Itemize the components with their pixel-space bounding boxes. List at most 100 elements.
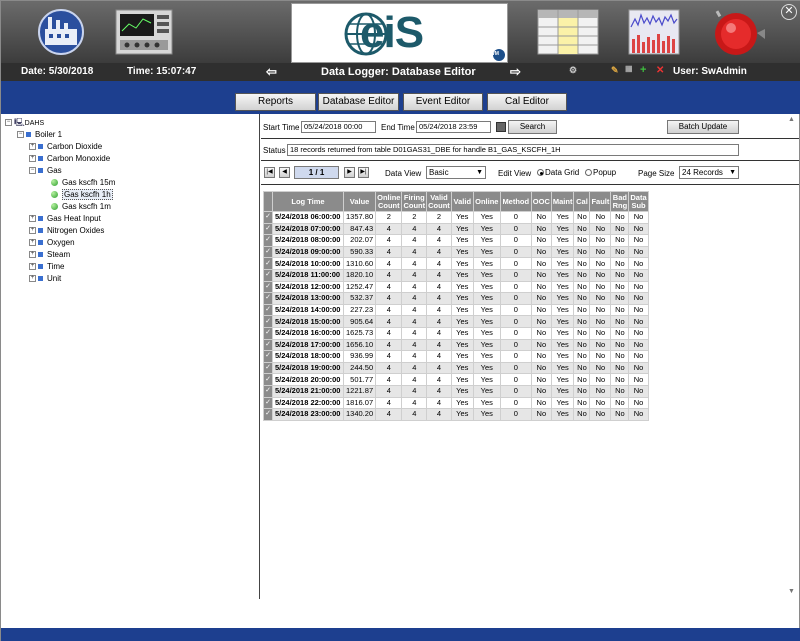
grid-cell[interactable]: Yes [472,350,501,363]
grid-cell[interactable]: No [589,222,612,236]
grid-cell[interactable]: No [589,257,612,270]
tree-root[interactable]: − 🖳DAHS [5,117,44,129]
grid-cell[interactable]: No [628,280,649,294]
table-row[interactable]: ✓ 5/24/2018 06:00:00 1357.80 2 2 2 Yes Yes 0 No Ye… [263,211,649,224]
grid-cell[interactable]: 1656.10 [342,338,377,352]
grid-cell[interactable]: No [573,257,591,270]
grid-cell[interactable]: 4 [401,280,428,294]
grid-cell[interactable]: Yes [472,315,501,328]
grid-cell[interactable]: 0 [499,292,532,305]
grid-cell[interactable]: Yes [472,373,501,386]
grid-cell[interactable]: No [610,315,630,328]
grid-cell[interactable]: 5/24/2018 15:00:00 [272,315,344,328]
column-header[interactable]: Log Time [272,191,344,212]
grid-cell[interactable]: 4 [401,292,428,305]
grid-cell[interactable]: No [530,292,552,305]
row-selector[interactable]: ✓ [263,408,273,421]
grid-cell[interactable]: Yes [450,396,474,410]
expand-icon[interactable]: + [29,275,36,283]
grid-cell[interactable]: 4 [401,408,428,421]
grid-cell[interactable]: No [589,268,612,282]
grid-cell[interactable]: 4 [426,384,452,398]
grid-cell[interactable]: No [589,234,612,247]
delete-icon[interactable]: ✕ [656,65,664,76]
grid-cell[interactable]: Yes [450,257,474,270]
first-page-button[interactable]: |◀ [264,167,275,178]
grid-cell[interactable]: 2 [426,211,452,224]
grid-cell[interactable]: No [610,245,630,259]
grid-cell[interactable]: 4 [375,315,403,328]
grid-cell[interactable]: 4 [426,234,452,247]
grid-cell[interactable]: 4 [401,245,428,259]
grid-cell[interactable]: Yes [450,292,474,305]
table-row[interactable]: ✓ 5/24/2018 18:00:00 936.99 4 4 4 Yes Yes 0 No Yes… [263,350,649,363]
grid-cell[interactable]: 4 [375,268,403,282]
grid-cell[interactable]: No [628,257,649,270]
batch-update-button[interactable]: Batch Update [667,120,739,134]
table-row[interactable]: ✓ 5/24/2018 17:00:00 1656.10 4 4 4 Yes Yes 0 No Ye… [263,338,649,352]
grid-cell[interactable]: 2 [375,211,403,224]
grid-cell[interactable]: No [628,292,649,305]
column-header[interactable]: Fault [589,191,612,212]
grid-cell[interactable]: Yes [550,234,575,247]
grid-cell[interactable]: 5/24/2018 08:00:00 [272,234,344,247]
grid-cell[interactable]: 4 [401,384,428,398]
column-header[interactable]: OOC [530,191,552,212]
tools-icon[interactable]: ✎ [611,65,619,76]
grid-cell[interactable]: 4 [401,222,428,236]
grid-cell[interactable]: Yes [450,303,474,317]
grid-cell[interactable]: No [530,361,552,375]
grid-cell[interactable]: 4 [426,361,452,375]
grid-cell[interactable]: No [610,303,630,317]
grid-cell[interactable]: 0 [499,350,532,363]
grid-cell[interactable]: No [628,396,649,410]
grid-cell[interactable]: 4 [426,268,452,282]
grid-cell[interactable]: 4 [426,222,452,236]
grid-cell[interactable]: 4 [375,338,403,352]
grid-cell[interactable]: 5/24/2018 11:00:00 [272,268,344,282]
grid-cell[interactable]: 501.77 [342,373,377,386]
scroll-up-icon[interactable]: ▲ [788,116,795,123]
grid-cell[interactable]: Yes [472,234,501,247]
table-row[interactable]: ✓ 5/24/2018 23:00:00 1340.20 4 4 4 Yes Yes 0 No Ye… [263,408,649,421]
grid-cell[interactable]: Yes [550,373,575,386]
column-header[interactable]: Data Sub [628,191,649,212]
grid-cell[interactable]: Yes [550,257,575,270]
table-row[interactable]: ✓ 5/24/2018 19:00:00 244.50 4 4 4 Yes Yes 0 No Yes… [263,361,649,375]
grid-cell[interactable]: No [610,280,630,294]
grid-cell[interactable]: No [628,384,649,398]
grid-cell[interactable]: 4 [375,361,403,375]
grid-cell[interactable]: 5/24/2018 18:00:00 [272,350,344,363]
close-window-button[interactable]: ✕ [781,4,797,20]
settings-icon[interactable]: ⚙ [569,65,577,76]
grid-cell[interactable]: 1625.73 [342,326,377,340]
event-editor-button[interactable]: Event Editor [403,93,483,111]
grid-cell[interactable]: Yes [450,384,474,398]
grid-cell[interactable]: 0 [499,234,532,247]
prev-page-button[interactable]: ◀ [279,167,290,178]
column-header[interactable]: Value [342,191,377,212]
grid-cell[interactable]: 202.07 [342,234,377,247]
grid-cell[interactable]: Yes [550,396,575,410]
grid-cell[interactable]: 0 [499,280,532,294]
grid-cell[interactable]: Yes [472,338,501,352]
grid-cell[interactable]: 4 [426,373,452,386]
grid-cell[interactable]: 2 [401,211,428,224]
grid-cell[interactable]: 227.23 [342,303,377,317]
table-row[interactable]: ✓ 5/24/2018 21:00:00 1221.87 4 4 4 Yes Yes 0 No Ye… [263,384,649,398]
row-selector[interactable]: ✓ [263,384,273,398]
vertical-scrollbar[interactable]: ▲ ▼ [786,114,799,599]
last-page-button[interactable]: ▶| [358,167,369,178]
grid-cell[interactable]: No [589,245,612,259]
grid-cell[interactable]: Yes [450,245,474,259]
grid-cell[interactable]: 0 [499,303,532,317]
grid-cell[interactable]: 936.99 [342,350,377,363]
grid-cell[interactable]: No [628,234,649,247]
grid-cell[interactable]: 1340.20 [342,408,377,421]
grid-cell[interactable]: Yes [550,280,575,294]
expand-icon[interactable]: + [29,251,36,259]
column-header[interactable]: Maint [550,191,575,212]
grid-cell[interactable]: No [530,211,552,224]
grid-cell[interactable]: 4 [426,257,452,270]
column-header[interactable]: Online Count [375,191,403,212]
